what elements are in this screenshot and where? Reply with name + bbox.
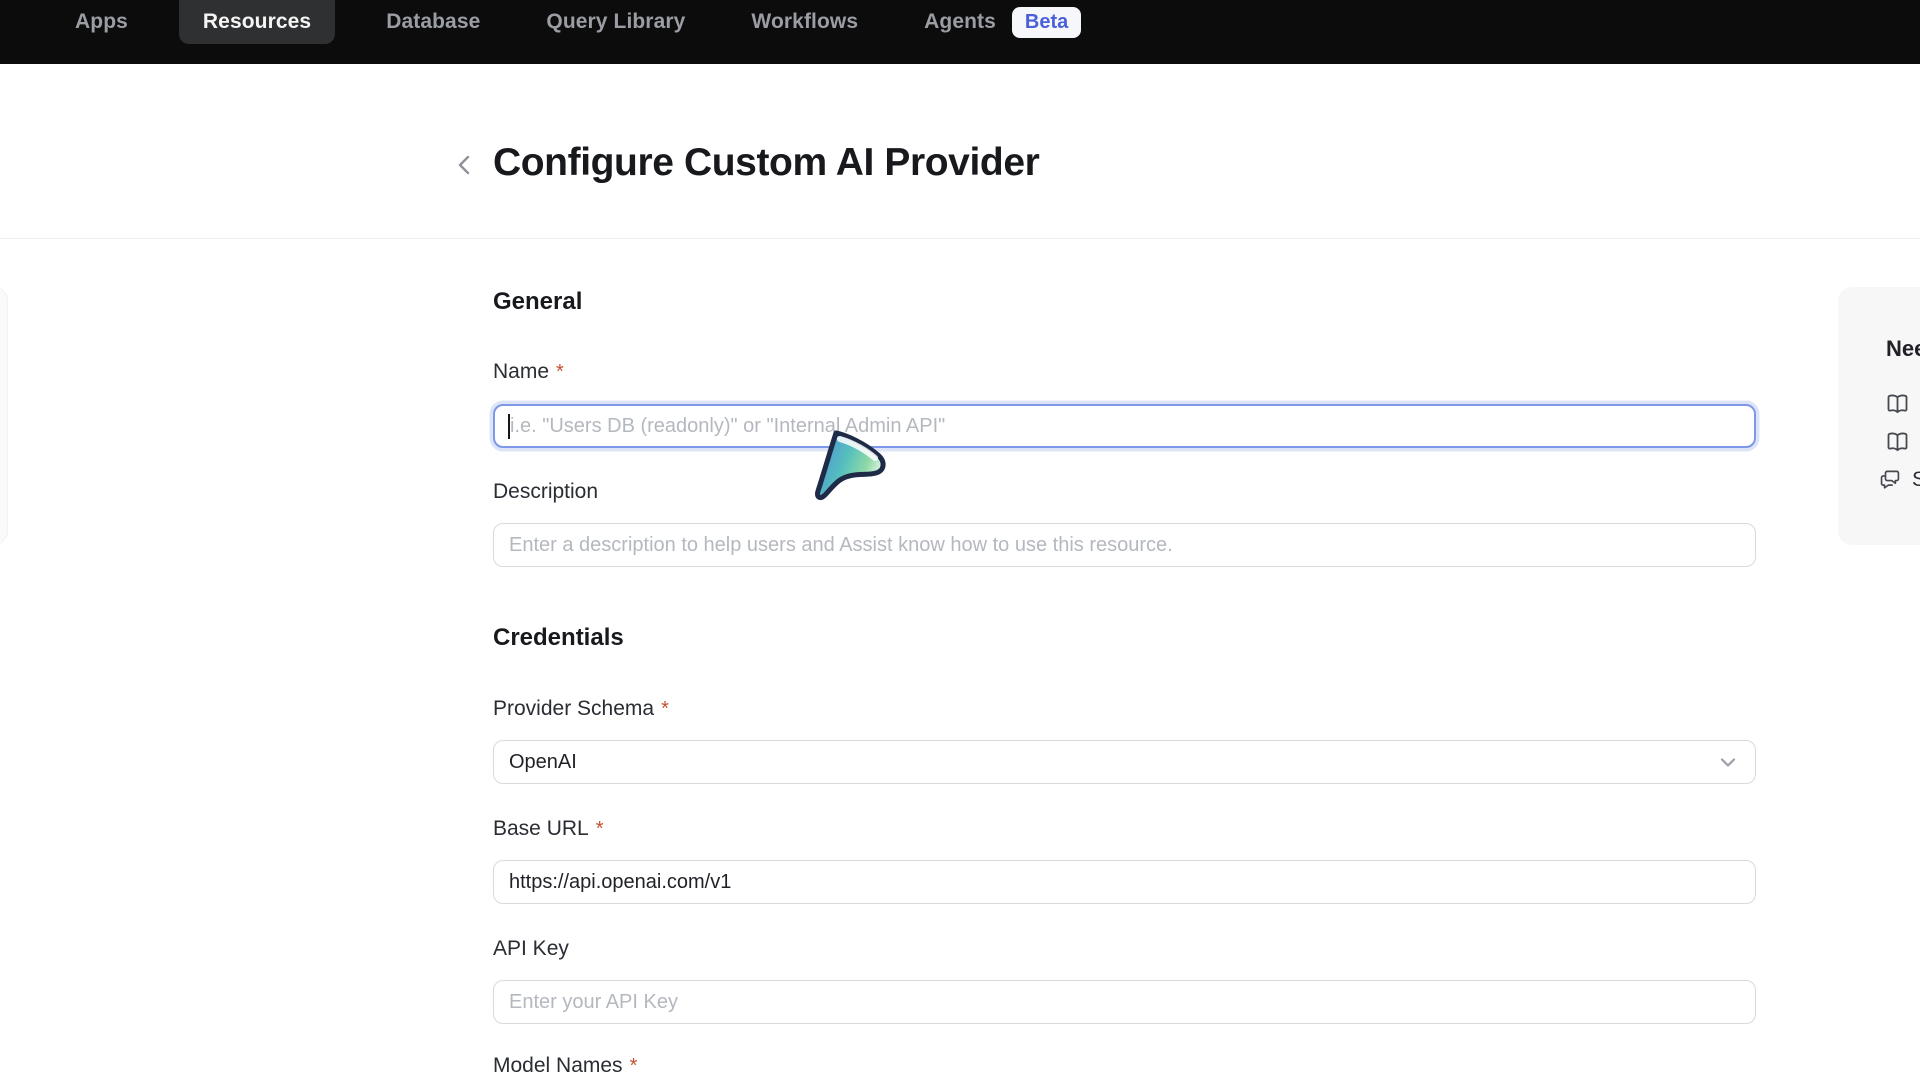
text-caret <box>508 414 510 439</box>
nav-tab-agents-group: Agents Beta <box>909 0 1081 44</box>
provider-schema-field-label: Provider Schema* <box>493 697 669 721</box>
help-link-guides[interactable] <box>1884 429 1911 456</box>
chevron-down-icon <box>1716 750 1740 774</box>
back-button[interactable] <box>450 150 480 180</box>
help-panel: Nee S <box>1838 287 1920 545</box>
nav-tab-agents[interactable]: Agents <box>909 0 996 44</box>
section-heading-credentials: Credentials <box>493 624 624 652</box>
description-input[interactable] <box>493 523 1756 567</box>
chat-bubbles-icon <box>1878 467 1903 492</box>
name-field-label: Name* <box>493 360 564 384</box>
header-divider <box>0 238 1920 239</box>
provider-schema-selected-value: OpenAI <box>509 751 577 774</box>
top-navigation-bar: Apps Resources Database Query Library Wo… <box>0 0 1920 64</box>
help-panel-heading: Nee <box>1886 336 1920 362</box>
nav-tab-workflows[interactable]: Workflows <box>736 0 873 44</box>
provider-schema-select[interactable]: OpenAI <box>493 740 1756 784</box>
api-key-input[interactable] <box>493 980 1756 1024</box>
nav-tab-apps[interactable]: Apps <box>60 0 143 44</box>
required-asterisk: * <box>556 360 564 384</box>
model-names-field-label: Model Names* <box>493 1054 637 1078</box>
left-panel-edge <box>0 287 8 545</box>
name-input[interactable] <box>493 404 1756 448</box>
required-asterisk: * <box>630 1054 638 1078</box>
nav-tab-resources[interactable]: Resources <box>179 0 335 44</box>
help-link-docs[interactable] <box>1884 391 1911 418</box>
description-field-label: Description <box>493 480 598 504</box>
help-link-support[interactable]: S <box>1878 467 1920 492</box>
api-key-field-label: API Key <box>493 937 569 961</box>
page-title: Configure Custom AI Provider <box>493 141 1039 185</box>
section-heading-general: General <box>493 288 582 316</box>
nav-tab-query-library[interactable]: Query Library <box>531 0 700 44</box>
base-url-field-label: Base URL* <box>493 817 604 841</box>
chevron-left-icon <box>452 152 478 178</box>
beta-badge: Beta <box>1012 7 1081 38</box>
open-book-icon <box>1884 429 1911 456</box>
help-link-label: S <box>1912 468 1920 492</box>
nav-tab-database[interactable]: Database <box>371 0 495 44</box>
base-url-input[interactable] <box>493 860 1756 904</box>
required-asterisk: * <box>596 817 604 841</box>
required-asterisk: * <box>661 697 669 721</box>
open-book-icon <box>1884 391 1911 418</box>
